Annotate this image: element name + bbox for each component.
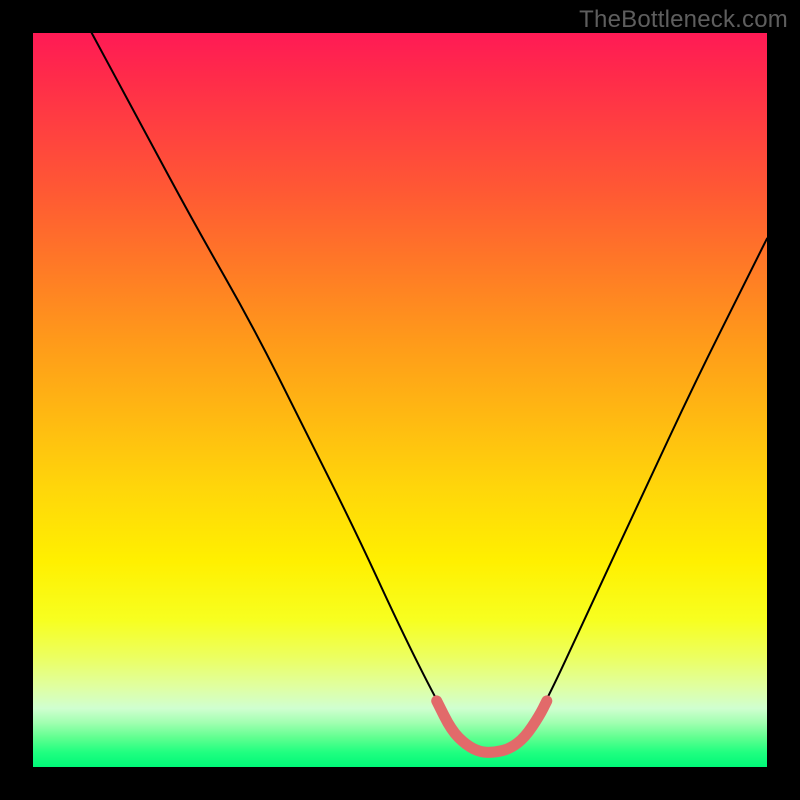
curve-layer [33, 33, 767, 767]
bottleneck-curve-path [92, 33, 767, 752]
chart-frame: TheBottleneck.com [0, 0, 800, 800]
plot-area [33, 33, 767, 767]
trough-highlight-path [437, 701, 547, 752]
watermark-text: TheBottleneck.com [579, 6, 788, 34]
